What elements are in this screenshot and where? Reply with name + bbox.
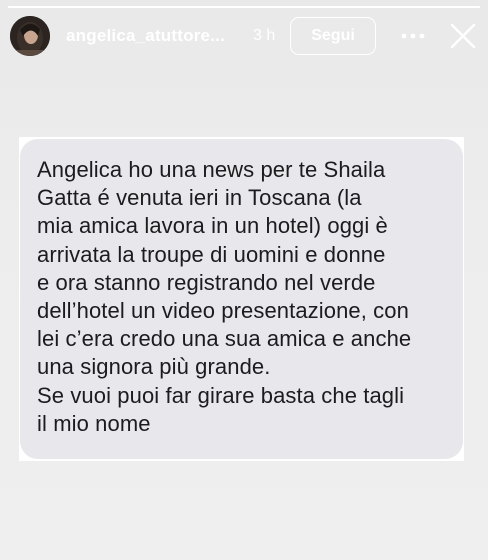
close-icon[interactable] xyxy=(449,22,477,50)
username[interactable]: angelica_atuttore... xyxy=(66,26,225,46)
story-viewer: angelica_atuttore... 3 h Segui Angelica … xyxy=(0,0,488,560)
post-time: 3 h xyxy=(253,27,276,44)
message-bubble: Angelica ho una news per te Shaila Gatta… xyxy=(20,139,463,459)
avatar-image xyxy=(10,16,50,56)
story-header: angelica_atuttore... 3 h Segui xyxy=(0,0,488,76)
message-text: Angelica ho una news per te Shaila Gatta… xyxy=(37,157,412,436)
ellipsis-horizontal-icon[interactable] xyxy=(400,26,426,46)
follow-button[interactable]: Segui xyxy=(290,17,376,55)
message-screenshot: Angelica ho una news per te Shaila Gatta… xyxy=(19,137,464,461)
avatar[interactable] xyxy=(10,16,50,56)
